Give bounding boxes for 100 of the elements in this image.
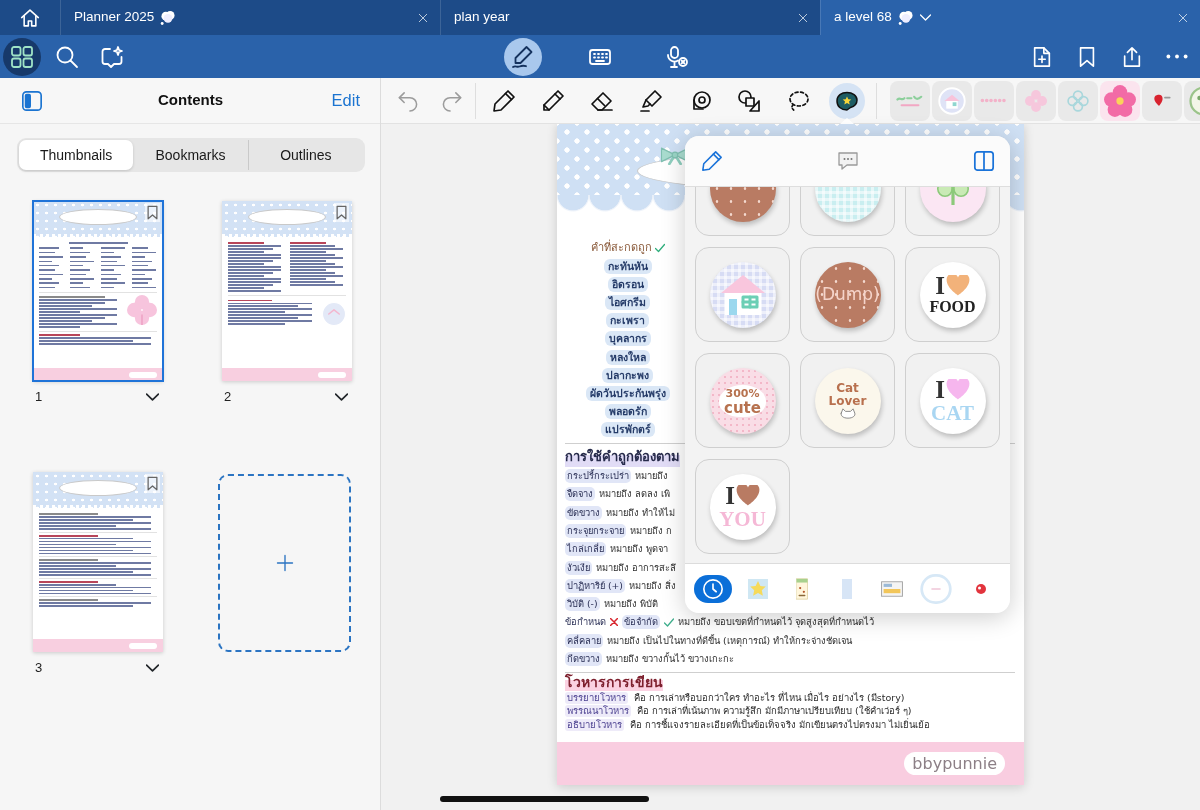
close-icon[interactable] (418, 12, 428, 23)
sticker-shortcut-button[interactable] (1142, 80, 1182, 121)
note-card-icon (796, 577, 809, 600)
term: ปาฏิหาริย์ (+) (565, 578, 625, 593)
microphone-off-icon (665, 44, 689, 69)
sticker-text: I (935, 377, 945, 402)
draw-button[interactable] (701, 150, 723, 172)
segment-tab[interactable]: Bookmarks (133, 140, 248, 170)
sticker-text: YOU (719, 507, 766, 530)
sticker-text: 300% (725, 386, 760, 401)
term: กระจุยกระจาย (565, 523, 626, 538)
redo-icon (441, 89, 463, 112)
thumbnails-view-button[interactable] (3, 37, 41, 76)
split-view-button[interactable] (973, 150, 995, 172)
page-number: 3 (35, 659, 43, 678)
pen-squiggle-icon (511, 44, 535, 69)
star-icon (747, 578, 768, 599)
chevron-down-icon[interactable] (146, 393, 159, 401)
bookmark-icon[interactable] (334, 203, 349, 222)
sticker-tile[interactable]: I YOU (695, 459, 790, 554)
browser-tab[interactable]: a level 68 (820, 0, 1200, 35)
highlighter-icon (639, 88, 663, 113)
definition-text: หมายถึง ขอบเขตที่กำหนดไว้ จุดสูงสุดที่กำหนดไว้ (678, 615, 874, 630)
section-heading: การใช้คำถูกต้องตาม (565, 446, 680, 467)
handwriting-mode-button[interactable] (504, 37, 542, 76)
pen-icon (492, 88, 516, 113)
segment-tab[interactable]: Outlines (247, 140, 363, 170)
pencil-icon (541, 88, 565, 113)
sticker-text: Lover (828, 395, 867, 408)
shapes-icon (737, 88, 761, 113)
sidebar-toggle-button[interactable] (21, 89, 43, 112)
speech-bubble-icon (838, 151, 858, 171)
term: บรรยายโวหาร (565, 691, 628, 704)
add-page-tile[interactable] (218, 474, 351, 652)
label-pill-icon (129, 642, 157, 649)
definition-text: หมายถึง (635, 469, 668, 483)
sticker-text: I (725, 483, 735, 508)
definition-text: คือ การเล่าหรือบอกว่าใคร ทำอะไร ที่ไหน เมื่อไร อย่างไร (มีstory) (634, 690, 905, 704)
clover-icon (127, 294, 157, 325)
correct-spelling-word: อิดรอน (607, 276, 648, 292)
sticker-text: (Dump) (815, 282, 880, 306)
check-icon (654, 243, 665, 253)
home-icon (20, 7, 40, 28)
label-pill-icon (318, 371, 346, 378)
search-icon (55, 44, 79, 69)
recent-stickers-tab[interactable] (694, 574, 732, 603)
sticker-tile[interactable]: 300% cute (695, 353, 790, 448)
squiggle-sticker-icon (896, 93, 924, 108)
add-page-icon (1031, 45, 1053, 68)
check-icon (664, 617, 674, 627)
chevron-down-icon[interactable] (335, 393, 348, 401)
correct-spelling-word: หลงใหล (605, 349, 650, 365)
page-thumbnail[interactable] (222, 201, 352, 381)
page-number: 1 (35, 388, 43, 407)
photo-card-icon (880, 580, 903, 597)
label-pill-icon (129, 371, 157, 378)
list-heading: คำที่สะกดถูก (590, 239, 652, 256)
sticker-tile[interactable] (695, 247, 790, 342)
plus-icon (275, 554, 294, 572)
correct-spelling-word: ปลากะพง (602, 367, 653, 383)
term: ขัดขวาง (565, 505, 602, 520)
close-icon[interactable] (1178, 12, 1188, 23)
term: ข้อจำกัด (622, 615, 660, 630)
sparkle-chat-icon (100, 44, 124, 69)
sticker-tile[interactable]: I FOOD (905, 247, 1000, 342)
house-icon (720, 274, 765, 315)
definition-text: หมายถึง เป็นไปในทางที่ดีขึ้น (เหตุการณ์) ทำให้กระจ่างชัดเจน (607, 633, 853, 648)
sticker-shortcut-button[interactable] (1100, 80, 1140, 121)
term: จืดจาง (565, 487, 595, 502)
term: อธิบายโวหาร (565, 718, 624, 731)
sticker-text: CAT (931, 401, 974, 424)
sticker-tile[interactable]: Cat Lover (800, 353, 895, 448)
definition-text: คือ การเล่าที่เน้นภาพ ความรู้สึก มักมีภาษาเปรียบเทียบ (ใช้คำเว่อร์ ๆ) (637, 704, 912, 717)
chevron-down-icon[interactable] (146, 664, 159, 672)
drop-sticker-icon (1153, 94, 1171, 107)
sidebar-icon (21, 89, 43, 112)
card-icon (842, 578, 853, 599)
pencil-icon (701, 150, 723, 172)
hibiscus-icon (1104, 84, 1136, 117)
definition-text: คือ การชี้แจงรายละเอียดที่เป็นข้อเท็จจริง มักเขียนตรงไปตรงมา ไม่เยิ่นเย้อ (630, 717, 931, 732)
segment-tab[interactable]: Thumbnails (19, 140, 134, 170)
undo-icon (397, 89, 419, 112)
page-thumbnail[interactable] (33, 201, 163, 381)
definition-text: หมายถึง ก (630, 523, 672, 538)
correct-spelling-word: พลอดรัก (604, 404, 651, 420)
term: ไกล่เกลี่ย (565, 542, 606, 557)
close-icon[interactable] (798, 12, 808, 23)
sticker-text: cute (724, 400, 761, 415)
sticker-tool-button[interactable] (829, 82, 865, 119)
bookmark-icon[interactable] (145, 474, 160, 493)
bookmark-icon[interactable] (145, 203, 160, 222)
term: กระปรี้กระเปร่า (565, 469, 631, 483)
author-tag: bbypunnie (904, 752, 1005, 775)
sticker-text: I (935, 273, 945, 298)
definition-text: หมายถึง อาการสะลึ (596, 560, 676, 575)
edit-button[interactable]: Edit (331, 88, 360, 113)
page-thumbnail[interactable] (33, 472, 163, 652)
correct-spelling-word: แปรพักตร์ (600, 422, 655, 438)
sticker-tile[interactable]: I CAT (905, 353, 1000, 448)
definition-text: หมายถึง ลดลง เพิ (599, 487, 670, 502)
